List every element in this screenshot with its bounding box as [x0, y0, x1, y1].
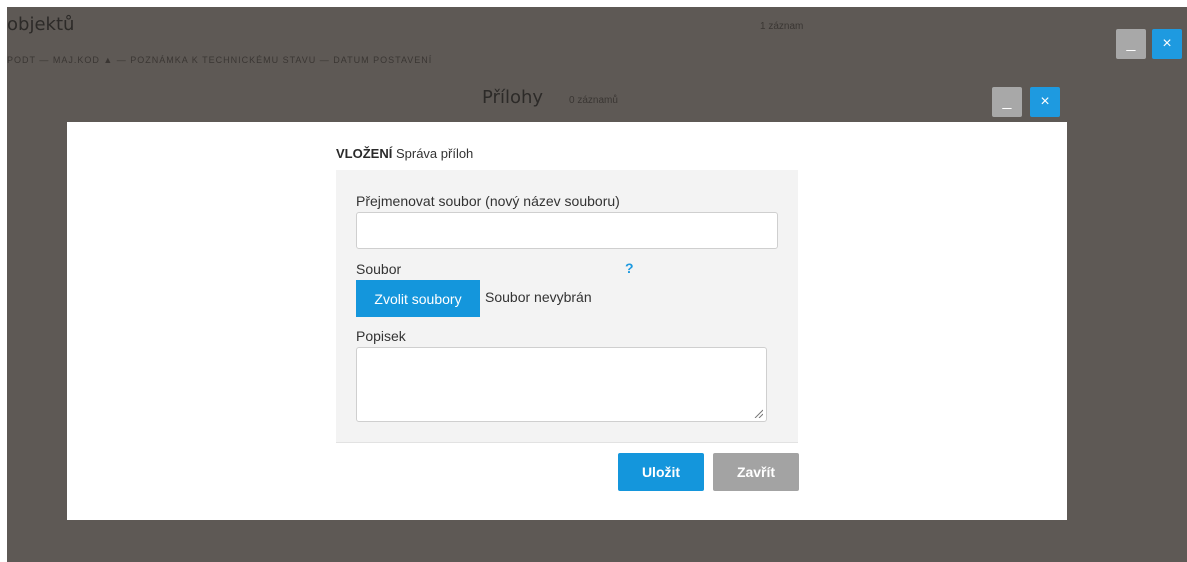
rename-input[interactable] — [356, 212, 778, 249]
rename-label: Přejmenovat soubor (nový název souboru) — [356, 193, 620, 209]
form-heading-mode: VLOŽENÍ — [336, 146, 393, 161]
help-icon[interactable]: ? — [625, 260, 634, 276]
dialog-title: Přílohy — [482, 87, 544, 108]
save-button[interactable]: Uložit — [618, 453, 704, 491]
close-icon: × — [1162, 35, 1172, 52]
outer-minimize-button[interactable]: _ — [1116, 29, 1146, 59]
background-record-count: 1 záznam — [760, 21, 804, 32]
description-textarea[interactable] — [356, 347, 767, 422]
file-status-text: Soubor nevybrán — [485, 289, 592, 305]
file-label: Soubor — [356, 261, 402, 277]
choose-files-button[interactable]: Zvolit soubory — [356, 280, 480, 317]
background-table-header: PODT — MAJ.KOD ▲ — POZNÁMKA K TECHNICKÉM… — [7, 55, 433, 64]
close-icon: × — [1040, 93, 1050, 110]
form-heading-title: Správa příloh — [395, 146, 474, 161]
minimize-icon: _ — [1126, 35, 1136, 52]
description-label: Popisek — [356, 328, 406, 344]
close-button[interactable]: Zavřít — [713, 453, 799, 491]
resize-grip-icon[interactable] — [753, 408, 763, 418]
minimize-icon: _ — [1002, 93, 1012, 110]
outer-close-button[interactable]: × — [1152, 29, 1182, 59]
dialog-minimize-button[interactable]: _ — [992, 87, 1022, 117]
background-window-title: objektů — [7, 14, 75, 35]
dialog-close-button[interactable]: × — [1030, 87, 1060, 117]
form-heading: VLOŽENÍ Správa příloh — [336, 146, 473, 161]
dialog-record-count: 0 záznamů — [569, 95, 618, 106]
